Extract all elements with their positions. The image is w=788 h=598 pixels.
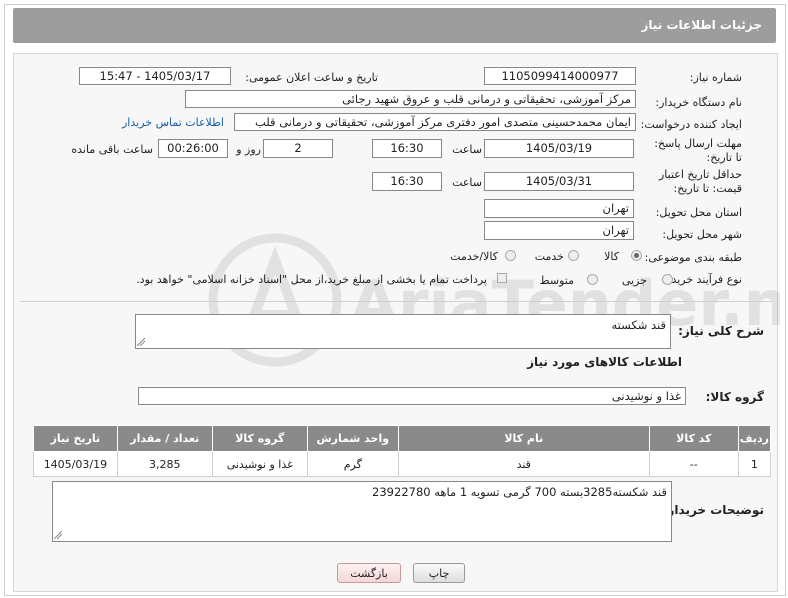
process-label: نوع فرآیند خرید : bbox=[664, 273, 742, 286]
category-service-radio[interactable] bbox=[568, 250, 579, 261]
cell-quantity: 3,285 bbox=[116, 451, 213, 477]
validity-time-label: ساعت bbox=[452, 176, 482, 189]
goods-group-field[interactable]: غذا و نوشیدنی bbox=[138, 387, 686, 405]
deadline-label: مهلت ارسال پاسخ: تا تاریخ: bbox=[654, 137, 742, 164]
cell-goods-group: غذا و نوشیدنی bbox=[211, 451, 308, 477]
cell-unit: گرم bbox=[306, 451, 399, 477]
category-goods-label: کالا bbox=[604, 250, 619, 263]
buyer-field[interactable]: مرکز آموزشی، تحقیقاتی و درمانی قلب و عرو… bbox=[185, 90, 636, 108]
col-header-goods-name: نام کالا bbox=[397, 425, 650, 452]
creator-field[interactable]: ایمان محمدحسینی متصدی امور دفتری مرکز آم… bbox=[234, 113, 636, 131]
cell-goods-name: قند bbox=[397, 451, 650, 477]
days-label: روز و bbox=[236, 143, 261, 156]
category-goods-service-radio[interactable] bbox=[505, 250, 516, 261]
announce-field[interactable]: 1405/03/17 - 15:47 bbox=[79, 67, 231, 85]
col-header-row-number: ردیف bbox=[737, 425, 772, 452]
col-header-quantity: تعداد / مقدار bbox=[116, 425, 213, 452]
description-label: شرح کلی نیاز: bbox=[678, 324, 764, 338]
goods-info-title: اطلاعات کالاهای مورد نیاز bbox=[527, 355, 682, 369]
validity-label: حداقل تاریخ اعتبار قیمت: تا تاریخ: bbox=[658, 168, 742, 195]
city-field[interactable]: تهران bbox=[484, 221, 634, 240]
category-label: طبقه بندی موضوعی: bbox=[644, 251, 742, 264]
validity-date-field[interactable]: 1405/03/31 bbox=[484, 172, 634, 191]
remaining-time-field[interactable]: 00:26:00 bbox=[158, 139, 228, 158]
description-field[interactable]: قند شکسته bbox=[135, 314, 671, 349]
back-button[interactable]: بازگشت bbox=[337, 563, 401, 583]
treasury-payment-text: پرداخت تمام یا بخشی از مبلغ خرید،از محل … bbox=[136, 273, 487, 286]
province-label: استان محل تحویل: bbox=[655, 206, 742, 219]
need-number-field[interactable]: 1105099414000977 bbox=[484, 67, 636, 85]
col-header-unit: واحد شمارش bbox=[306, 425, 399, 452]
print-button[interactable]: چاپ bbox=[413, 563, 465, 583]
resize-handle-icon[interactable] bbox=[137, 338, 145, 346]
buyer-label: نام دستگاه خریدار: bbox=[655, 96, 742, 109]
need-number-label: شماره نیاز: bbox=[689, 71, 742, 84]
buyer-notes-field[interactable]: قند شکسته3285بسته 700 گرمی تسویه 1 ماهه … bbox=[52, 481, 672, 542]
cell-need-date: 1405/03/19 bbox=[33, 451, 118, 477]
creator-label: ایجاد کننده درخواست: bbox=[640, 118, 742, 131]
category-service-label: خدمت bbox=[534, 250, 564, 263]
city-label: شهر محل تحویل: bbox=[662, 228, 742, 241]
cell-row-number: 1 bbox=[737, 451, 772, 477]
buyer-notes-label: توضیحات خریدار: bbox=[662, 503, 764, 517]
contact-info-link[interactable]: اطلاعات تماس خریدار bbox=[122, 116, 224, 129]
process-minor-radio[interactable] bbox=[662, 274, 673, 285]
goods-group-label: گروه کالا: bbox=[705, 390, 764, 404]
col-header-goods-group: گروه کالا bbox=[211, 425, 308, 452]
table-header-row: ردیف کد کالا نام کالا واحد شمارش گروه کا… bbox=[33, 425, 772, 452]
page-title: جزئیات اطلاعات نیاز bbox=[641, 18, 762, 32]
category-goods-radio[interactable] bbox=[631, 250, 642, 261]
divider bbox=[20, 301, 772, 302]
deadline-time-label: ساعت bbox=[452, 143, 482, 156]
table-row[interactable]: 1 -- قند گرم غذا و نوشیدنی 3,285 1405/03… bbox=[33, 451, 772, 477]
province-field[interactable]: تهران bbox=[484, 199, 634, 218]
cell-goods-code: -- bbox=[648, 451, 739, 477]
deadline-date-field[interactable]: 1405/03/19 bbox=[484, 139, 634, 158]
header-bar: جزئیات اطلاعات نیاز bbox=[13, 8, 776, 43]
process-medium-radio[interactable] bbox=[587, 274, 598, 285]
goods-table: ردیف کد کالا نام کالا واحد شمارش گروه کا… bbox=[33, 425, 772, 477]
validity-time-field[interactable]: 16:30 bbox=[372, 172, 442, 191]
announce-label: تاریخ و ساعت اعلان عمومی: bbox=[245, 71, 378, 84]
treasury-checkbox[interactable] bbox=[497, 273, 507, 283]
resize-handle-icon[interactable] bbox=[54, 531, 62, 539]
process-minor-label: جزیی bbox=[621, 274, 647, 287]
remaining-time-label: ساعت باقی مانده bbox=[71, 143, 153, 156]
process-medium-label: متوسط bbox=[539, 274, 574, 287]
col-header-need-date: تاریخ نیاز bbox=[33, 425, 118, 452]
col-header-goods-code: کد کالا bbox=[648, 425, 739, 452]
deadline-time-field[interactable]: 16:30 bbox=[372, 139, 442, 158]
category-goods-service-label: کالا/خدمت bbox=[450, 250, 498, 263]
days-field[interactable]: 2 bbox=[263, 139, 333, 158]
